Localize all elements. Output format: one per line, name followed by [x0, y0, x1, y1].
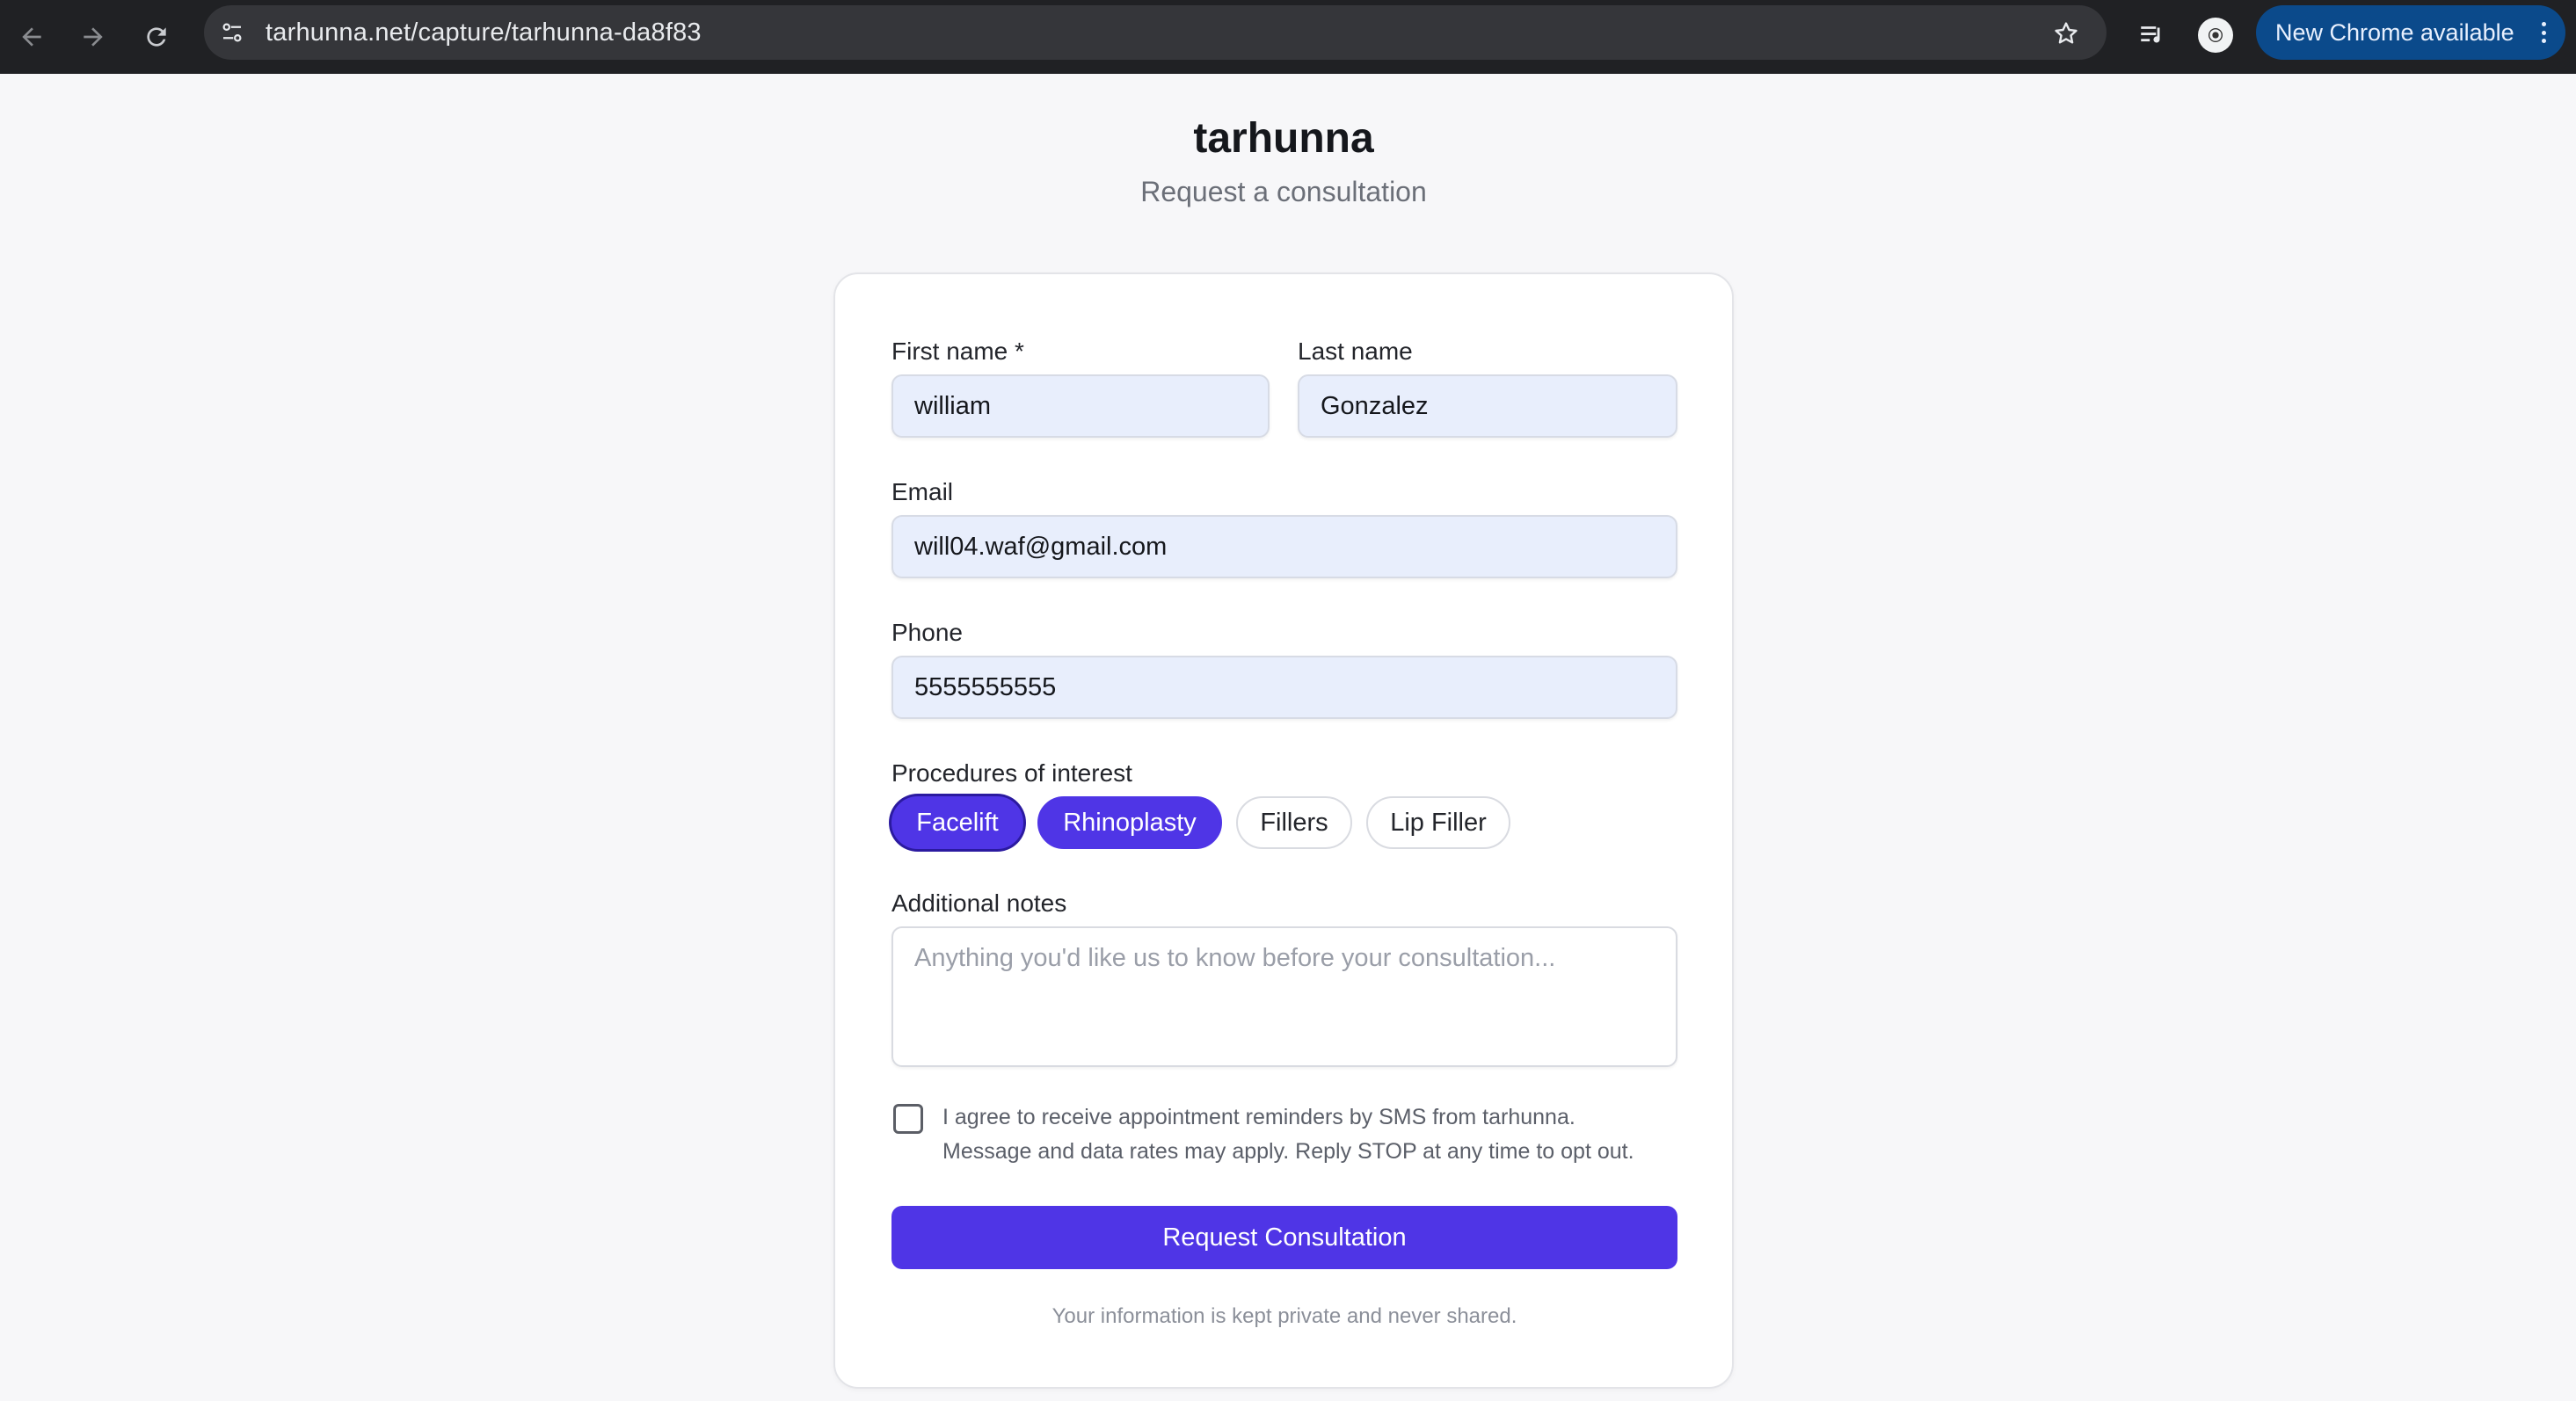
procedure-chip-rhinoplasty[interactable]: Rhinoplasty	[1037, 796, 1222, 849]
arrow-left-icon[interactable]	[11, 16, 53, 58]
media-queue-icon[interactable]	[2131, 14, 2173, 56]
consent-line-1: I agree to receive appointment reminders…	[942, 1105, 1575, 1129]
procedure-chip-lip-filler[interactable]: Lip Filler	[1366, 796, 1510, 849]
brand-title: tarhunna	[1193, 115, 1374, 162]
procedure-chip-fillers[interactable]: Fillers	[1236, 796, 1352, 849]
phone-input[interactable]	[891, 656, 1677, 719]
update-label: New Chrome available	[2275, 18, 2514, 46]
procedures-label: Procedures of interest	[891, 759, 1132, 787]
sms-consent-checkbox[interactable]	[893, 1104, 923, 1134]
page-tagline: Request a consultation	[1140, 176, 1427, 207]
first-name-input[interactable]	[891, 374, 1270, 438]
url-text[interactable]: tarhunna.net/capture/tarhunna-da8f83	[266, 18, 702, 47]
request-consultation-button[interactable]: Request Consultation	[891, 1206, 1677, 1269]
star-icon[interactable]	[2048, 16, 2084, 51]
reload-icon[interactable]	[135, 16, 178, 58]
phone-label: Phone	[891, 619, 963, 646]
sms-consent-text: I agree to receive appointment reminders…	[942, 1100, 1663, 1169]
consultation-form-card: First name * Last name Email Phone Proce…	[833, 272, 1734, 1389]
last-name-input[interactable]	[1298, 374, 1677, 438]
notes-label: Additional notes	[891, 889, 1067, 917]
email-input[interactable]	[891, 515, 1677, 578]
new-chrome-available-button[interactable]: New Chrome available	[2256, 5, 2565, 60]
privacy-note: Your information is kept private and nev…	[1052, 1304, 1517, 1328]
browser-toolbar: tarhunna.net/capture/tarhunna-da8f83 New…	[0, 0, 2576, 74]
first-name-label: First name *	[891, 338, 1024, 365]
kebab-menu-icon[interactable]	[2541, 22, 2546, 43]
consent-line-2: Message and data rates may apply. Reply …	[942, 1139, 1634, 1164]
address-bar[interactable]: tarhunna.net/capture/tarhunna-da8f83	[204, 5, 2107, 60]
arrow-right-icon[interactable]	[72, 16, 114, 58]
email-label: Email	[891, 478, 954, 505]
procedure-chip-facelift[interactable]: Facelift	[891, 796, 1023, 849]
notes-textarea[interactable]	[891, 926, 1677, 1067]
last-name-label: Last name	[1298, 338, 1413, 365]
tune-icon[interactable]	[215, 15, 250, 50]
profile-avatar-icon[interactable]	[2194, 14, 2237, 56]
